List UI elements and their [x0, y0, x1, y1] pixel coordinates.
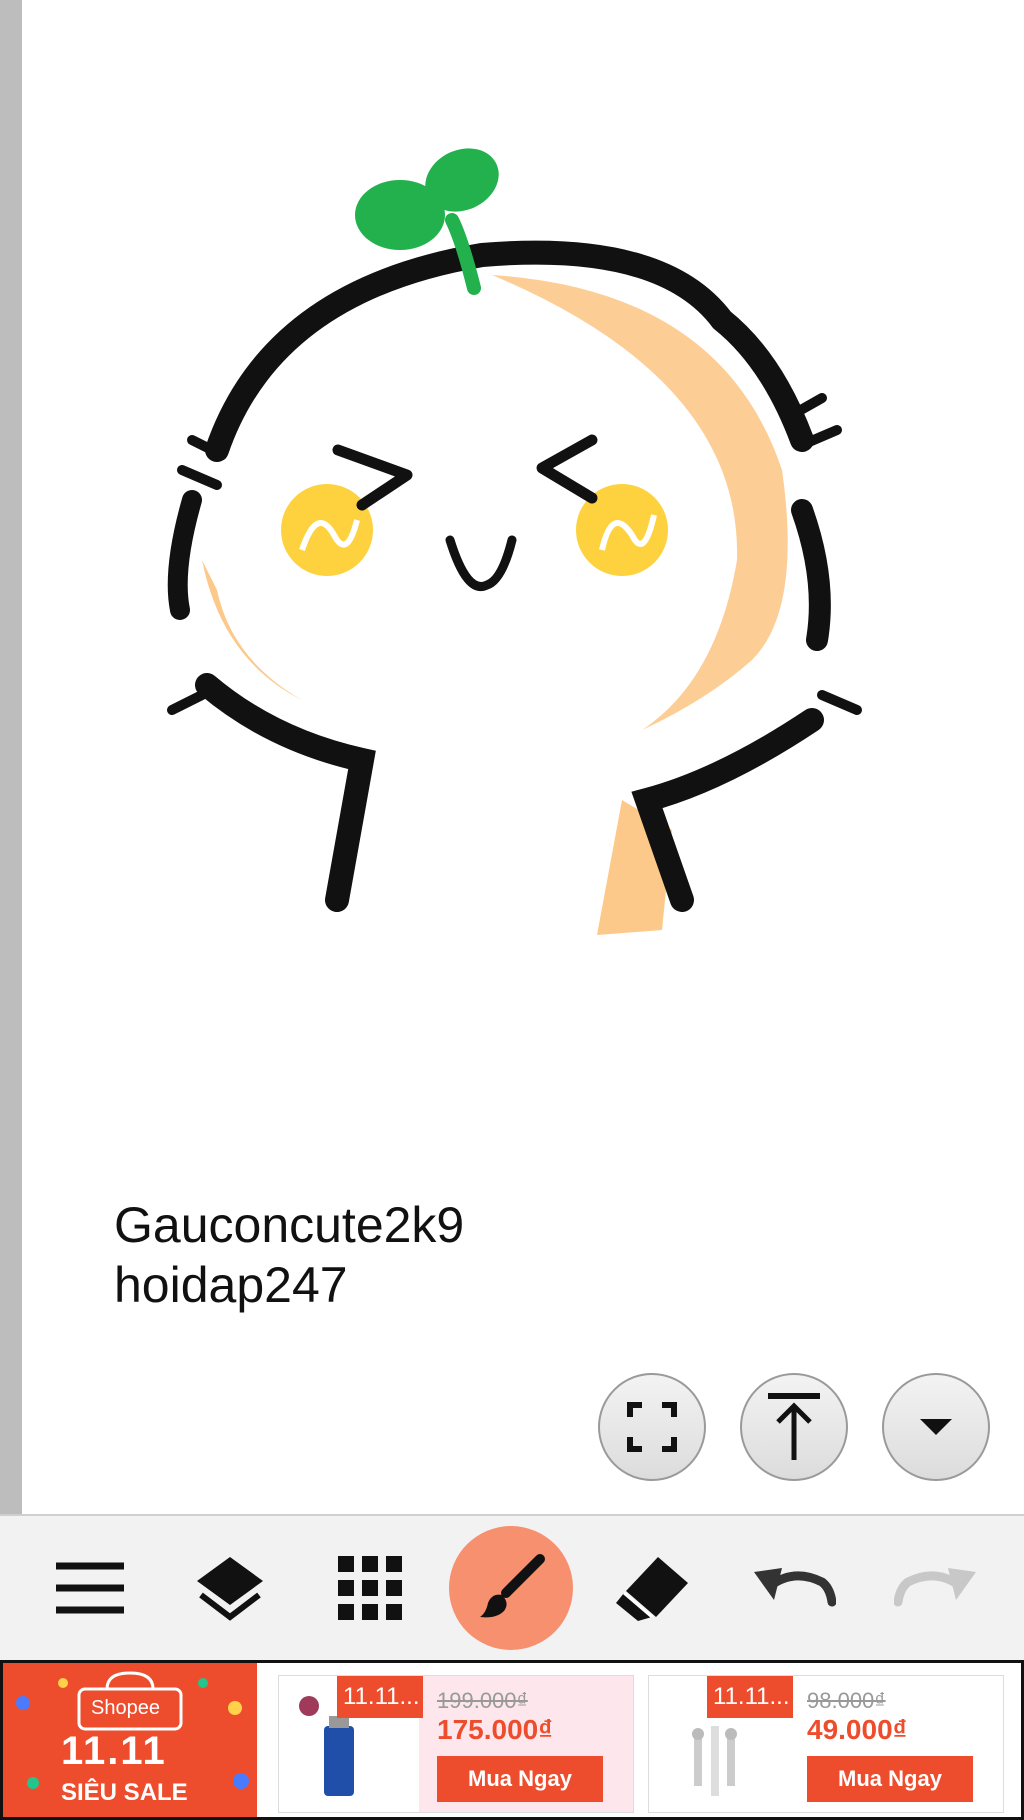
- fullscreen-icon: [627, 1402, 677, 1452]
- sale-tag: 11.11...: [707, 1676, 793, 1718]
- product-card-1[interactable]: 11.11... 199.000₫ 175.000₫ Mua Ngay: [278, 1675, 634, 1813]
- grid-button[interactable]: [318, 1536, 422, 1640]
- sale-tag: 11.11...: [337, 1676, 423, 1718]
- layers-button[interactable]: [178, 1536, 282, 1640]
- dropdown-button[interactable]: [882, 1373, 990, 1481]
- eraser-button[interactable]: [600, 1536, 704, 1640]
- caret-down-icon: [920, 1419, 952, 1435]
- new-price: 49.000₫: [807, 1714, 908, 1745]
- sale-label: SIÊU SALE: [61, 1779, 188, 1806]
- buy-now-button[interactable]: Mua Ngay: [437, 1756, 603, 1802]
- old-price: 98.000₫: [807, 1688, 886, 1713]
- buy-now-button[interactable]: Mua Ngay: [807, 1756, 973, 1802]
- brand-label: Shopee: [91, 1697, 160, 1719]
- drawing-canvas[interactable]: Gauconcute2k9 hoidap247: [22, 0, 1024, 1514]
- grid-icon: [338, 1556, 402, 1620]
- left-edge-bar: [0, 0, 22, 1514]
- redo-button[interactable]: [884, 1536, 988, 1640]
- redo-icon: [894, 1568, 976, 1607]
- menu-icon: [56, 1562, 124, 1614]
- brush-button[interactable]: [449, 1526, 573, 1650]
- drawing-caption: Gauconcute2k9 hoidap247: [114, 1195, 464, 1315]
- product-card-2[interactable]: 11.11... 98.000₫ 49.000₫ Mua Ngay: [648, 1675, 1004, 1813]
- drawing-toolbar: [0, 1514, 1024, 1660]
- shopee-sale-banner[interactable]: Shopee 11.11 SIÊU SALE: [3, 1663, 257, 1817]
- menu-button[interactable]: [38, 1536, 142, 1640]
- fullscreen-button[interactable]: [598, 1373, 706, 1481]
- ad-banner[interactable]: Shopee 11.11 SIÊU SALE 11.11... 199.000₫…: [0, 1660, 1024, 1820]
- old-price: 199.000₫: [437, 1688, 528, 1713]
- undo-button[interactable]: [742, 1536, 846, 1640]
- eraser-icon: [616, 1557, 688, 1621]
- event-label: 11.11: [61, 1729, 167, 1773]
- undo-icon: [754, 1568, 836, 1607]
- caption-line-1: Gauconcute2k9: [114, 1197, 465, 1253]
- sprout-character-drawing: [167, 148, 862, 935]
- scroll-top-button[interactable]: [740, 1373, 848, 1481]
- caption-line-2: hoidap247: [114, 1257, 348, 1313]
- scroll-top-icon: [768, 1393, 820, 1460]
- layers-icon: [197, 1557, 263, 1621]
- new-price: 175.000₫: [437, 1714, 553, 1745]
- brush-icon: [480, 1554, 545, 1618]
